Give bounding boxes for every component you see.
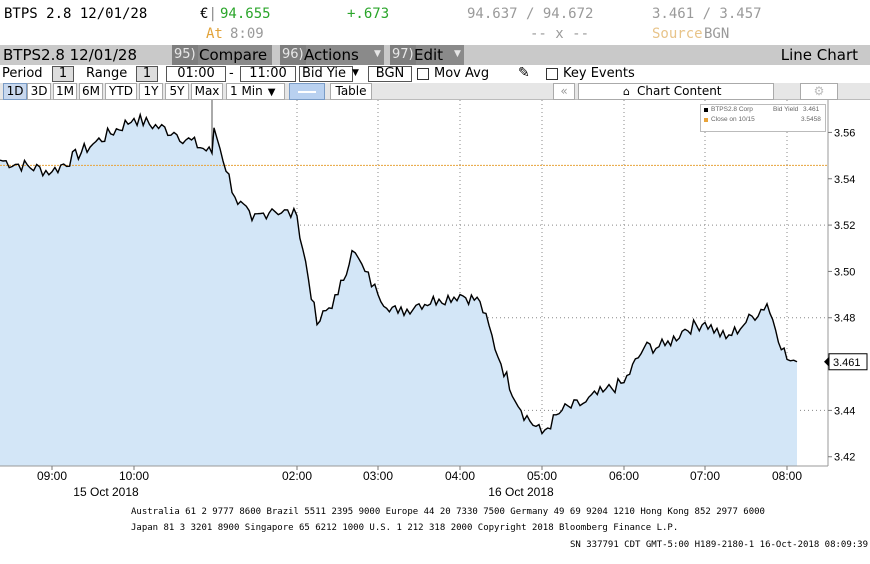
price-change: +.673 (347, 6, 390, 22)
y-axis-ticks: 3.423.443.463.483.503.523.543.56 (828, 127, 855, 464)
chart-view-button[interactable] (289, 83, 325, 100)
price-divider: | (208, 6, 217, 22)
currency-symbol: €| (200, 6, 217, 22)
end-time-field[interactable]: 11:00 (240, 66, 296, 82)
range-1d-button[interactable]: 1D (3, 83, 27, 100)
quote-time-label: At (206, 26, 223, 42)
legend-series2-value: 3.5458 (801, 116, 821, 123)
chart-content-button[interactable]: ⌂ Chart Content (578, 83, 774, 100)
range-6m-button[interactable]: 6M (79, 83, 103, 100)
footer-contacts-2: Japan 81 3 3201 8900 Singapore 65 6212 1… (131, 523, 679, 533)
x-tick-label: 10:00 (119, 469, 149, 483)
chart-content-label: Chart Content (637, 84, 722, 98)
source-value: BGN (704, 26, 730, 42)
compare-button[interactable]: 95) Compare (172, 45, 272, 65)
gear-icon[interactable]: ⚙ (800, 83, 838, 100)
range-3d-button[interactable]: 3D (27, 83, 51, 100)
security-ticker: BTPS 2.8 12/01/28 (4, 6, 148, 22)
field-chevron-down-icon[interactable]: ▼ (352, 68, 359, 78)
quote-time: 8:09 (230, 26, 264, 42)
size-placeholder: -- x -- (530, 26, 590, 42)
field-value: Bid Yie (302, 66, 347, 81)
key-events-checkbox[interactable] (546, 68, 558, 80)
last-value-pointer (824, 356, 829, 367)
chart-controls: Period 1 Range 1 01:00 - 11:00 Bid Yie ▼… (0, 65, 870, 82)
date-label: 15 Oct 2018 (73, 485, 139, 499)
security-title: BTPS2.8 12/01/28 (3, 46, 138, 64)
interval-chevron-down-icon: ▼ (267, 87, 276, 98)
y-tick-label: 3.50 (834, 266, 855, 278)
x-tick-label: 07:00 (690, 469, 720, 483)
bid-ask-price: 94.637 / 94.672 (467, 6, 594, 22)
date-label: 16 Oct 2018 (488, 485, 554, 499)
source-label: Source (652, 26, 703, 42)
x-tick-label: 04:00 (445, 469, 475, 483)
x-tick-label: 05:00 (527, 469, 557, 483)
x-tick-label: 09:00 (37, 469, 67, 483)
x-tick-label: 02:00 (282, 469, 312, 483)
actions-label: Actions (304, 46, 359, 64)
y-tick-label: 3.56 (834, 127, 855, 139)
range-label: Range (86, 66, 128, 81)
x-axis-ticks: 09:00 10:00 02:00 03:00 04:00 05:00 06:00 07:00… (37, 466, 802, 499)
legend-series2-name: Close on 10/15 (711, 116, 755, 123)
chart-legend: BTPS2.8 Corp Bid Yield 3.461 Close on 10… (700, 104, 826, 132)
pencil-icon[interactable]: ✎ (518, 65, 530, 81)
last-price: 94.655 (220, 6, 271, 22)
x-tick-label: 03:00 (363, 469, 393, 483)
legend-series2-swatch (704, 118, 708, 122)
legend-series1-swatch (704, 108, 708, 112)
last-value-text: 3.461 (833, 357, 861, 369)
legend-series1-name: BTPS2.8 Corp (711, 106, 753, 113)
key-events-label: Key Events (563, 66, 635, 81)
y-tick-label: 3.42 (834, 452, 855, 464)
title-bar: BTPS2.8 12/01/28 95) Compare 96) Actions… (0, 45, 870, 65)
edit-button[interactable]: 97) Edit ▼ (390, 45, 464, 65)
time-separator: - (229, 66, 234, 81)
mov-avg-label: Mov Avg (434, 66, 490, 81)
compare-label: Compare (199, 46, 268, 64)
chart-content-icon: ⌂ (623, 85, 630, 98)
range-toolbar: 1D 3D 1M 6M YTD 1Y 5Y Max 1 Min ▼ Table «… (0, 83, 870, 100)
table-view-button[interactable]: Table (330, 83, 372, 100)
field-dropdown[interactable]: Bid Yie (299, 66, 353, 82)
y-tick-label: 3.44 (834, 405, 855, 417)
mov-avg-checkbox[interactable] (417, 68, 429, 80)
interval-dropdown[interactable]: 1 Min ▼ (226, 83, 285, 100)
edit-number: 97) (390, 45, 416, 65)
period-label: Period (2, 66, 43, 81)
y-tick-label: 3.54 (834, 174, 855, 186)
interval-value: 1 Min (230, 84, 263, 98)
legend-series1-value: 3.461 (803, 106, 820, 113)
period-field[interactable]: 1 (52, 66, 74, 82)
actions-number: 96) (280, 45, 306, 65)
source-field[interactable]: BGN (368, 66, 412, 82)
edit-chevron-down-icon: ▼ (454, 49, 461, 59)
range-1m-button[interactable]: 1M (53, 83, 77, 100)
chart-type-label: Line Chart (780, 46, 858, 64)
range-1y-button[interactable]: 1Y (139, 83, 163, 100)
y-tick-label: 3.52 (834, 220, 855, 232)
edit-label: Edit (414, 46, 444, 64)
collapse-left-icon[interactable]: « (553, 83, 575, 100)
yield-area (0, 114, 797, 466)
last-value-label: 3.461 (824, 353, 868, 371)
yield-chart: 3.423.443.463.483.503.523.543.56 09:0010… (0, 100, 868, 499)
legend-series1-field: Bid Yield (773, 106, 799, 113)
compare-number: 95) (172, 45, 198, 65)
footer-contacts-1: Australia 61 2 9777 8600 Brazil 5511 239… (131, 507, 765, 517)
range-5y-button[interactable]: 5Y (165, 83, 189, 100)
actions-button[interactable]: 96) Actions ▼ (280, 45, 384, 65)
range-ytd-button[interactable]: YTD (105, 83, 137, 100)
bid-ask-yield: 3.461 / 3.457 (652, 6, 762, 22)
actions-chevron-down-icon: ▼ (374, 49, 381, 59)
range-field[interactable]: 1 (136, 66, 158, 82)
x-tick-label: 06:00 (609, 469, 639, 483)
y-tick-label: 3.48 (834, 313, 855, 325)
start-time-field[interactable]: 01:00 (166, 66, 226, 82)
chart-view-icon (298, 90, 316, 93)
x-tick-label: 08:00 (772, 469, 802, 483)
footer-session-info: SN 337791 CDT GMT-5:00 H189-2180-1 16-Oc… (570, 540, 869, 550)
range-max-button[interactable]: Max (191, 83, 223, 100)
